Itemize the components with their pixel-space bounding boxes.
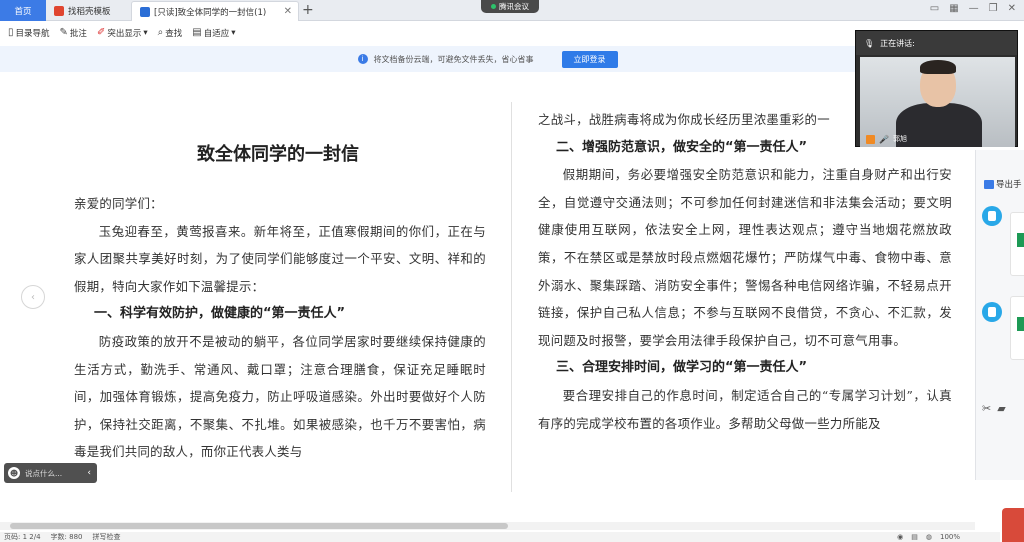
- document-view[interactable]: ‹ 致全体同学的一封信 亲爱的同学们： 玉兔迎春至，黄莺报喜来。新年将至，正值寒…: [0, 72, 975, 522]
- emoji-icon[interactable]: ☻: [8, 467, 20, 479]
- login-button[interactable]: 立即登录: [561, 50, 618, 68]
- corner-badge-icon[interactable]: [1002, 508, 1024, 542]
- spell-check-toggle[interactable]: 拼写检查: [92, 532, 120, 542]
- live-dot-icon: [491, 4, 496, 9]
- paragraph: 亲爱的同学们：: [74, 196, 163, 211]
- speaking-label: 正在讲话:: [880, 38, 915, 48]
- contact-icon: [988, 211, 996, 221]
- speaker-name: 郭旭: [892, 135, 907, 143]
- side-panel: 导出手 ✂ ▰: [975, 150, 1024, 480]
- tab-templates-label: 找稻壳模板: [68, 7, 111, 17]
- speaker-hair: [920, 60, 956, 74]
- toc-nav-button[interactable]: ▯ 目录导航: [8, 27, 50, 39]
- section-heading: 一、科学有效防护，做健康的“第一责任人”: [94, 306, 346, 322]
- close-tab-icon[interactable]: ✕: [284, 6, 292, 17]
- layout-icon[interactable]: ▭: [930, 3, 939, 14]
- annotate-icon: ✎: [59, 27, 68, 38]
- backup-notice-bar: i 将文档备份云端，可避免文件丢失，省心省事 立即登录: [0, 46, 975, 72]
- page-view-icon[interactable]: ▤: [911, 533, 918, 541]
- microphone-icon: 🎤: [879, 134, 889, 144]
- page-indicator: 页码: 1 2/4: [4, 533, 41, 541]
- folder-icon[interactable]: ▰: [997, 402, 1005, 415]
- backup-notice-text: 将文档备份云端，可避免文件丢失，省心省事: [373, 54, 534, 64]
- paragraph: 假期期间，务必要增强安全防范意识和能力，注重自身财产和出行安全，自觉遵守交通法则…: [538, 167, 952, 348]
- contact-icon: [988, 307, 996, 317]
- highlighter-icon: ✐: [96, 27, 106, 38]
- side-tools: ✂ ▰: [982, 402, 1006, 415]
- web-view-icon[interactable]: ◍: [926, 533, 932, 541]
- word-count: 字数: 880: [50, 533, 83, 541]
- grid-icon[interactable]: ▦: [949, 3, 958, 14]
- chevron-down-icon: ▾: [143, 27, 148, 38]
- collapse-chevron-icon[interactable]: ‹: [87, 468, 91, 478]
- excel-file-icon: [1017, 233, 1024, 247]
- previous-page-button[interactable]: ‹: [21, 285, 45, 309]
- horizontal-scrollbar[interactable]: [0, 522, 975, 530]
- highlight-button[interactable]: ✐ 突出显示 ▾: [97, 27, 148, 39]
- word-doc-icon: [140, 6, 150, 17]
- speaker-tag: 🎤 郭旭: [866, 134, 907, 144]
- speaker-body: [896, 103, 982, 147]
- meeting-indicator[interactable]: 腾讯会议: [481, 0, 539, 13]
- scissors-icon[interactable]: ✂: [982, 402, 991, 415]
- contact-avatar[interactable]: [982, 206, 1002, 226]
- docer-logo-icon: [54, 6, 64, 16]
- close-window-icon[interactable]: ✕: [1008, 3, 1016, 14]
- fit-page-icon: ▤: [192, 27, 202, 38]
- reader-toolbar: ▯ 目录导航 ✎ 批注 ✐ 突出显示 ▾ ⌕ 查找 ▤ 自适应 ▾: [0, 22, 860, 43]
- tab-templates[interactable]: 找稻壳模板: [46, 1, 131, 21]
- status-bar: 页码: 1 2/4 字数: 880 拼写检查 ◉ ▤ ◍ 100%: [0, 532, 1000, 542]
- chevron-left-icon: ‹: [31, 291, 35, 303]
- speaker-video: 🎤 郭旭: [860, 57, 1015, 147]
- tab-document-label: [只读]致全体同学的一封信(1): [154, 7, 267, 18]
- document-title: 致全体同学的一封信: [197, 144, 359, 165]
- find-button[interactable]: ⌕ 查找: [158, 27, 183, 39]
- minimize-icon[interactable]: —: [969, 3, 979, 14]
- zoom-level[interactable]: 100%: [940, 533, 960, 541]
- microphone-icon: 🎙: [864, 38, 875, 48]
- annotate-label: 批注: [69, 28, 87, 39]
- tab-bar: 首页 找稻壳模板 [只读]致全体同学的一封信(1) ✕ + 腾讯会议 ▭ ▦ —…: [0, 0, 1024, 21]
- paragraph: 要合理安排自己的作息时间，制定适合自己的“专属学习计划”，认真有序的完成学校布置…: [538, 387, 952, 431]
- search-icon: ⌕: [157, 27, 164, 38]
- user-icon: [866, 134, 875, 144]
- tab-document[interactable]: [只读]致全体同学的一封信(1) ✕: [131, 1, 299, 21]
- tab-home-label: 首页: [14, 6, 32, 17]
- restore-icon[interactable]: ❐: [989, 3, 998, 14]
- chevron-down-icon: ▾: [231, 27, 236, 38]
- scrollbar-thumb[interactable]: [10, 523, 508, 529]
- meeting-label: 腾讯会议: [499, 2, 529, 11]
- export-icon: [984, 179, 994, 189]
- file-card[interactable]: [1010, 296, 1024, 360]
- highlight-label: 突出显示: [107, 28, 142, 39]
- view-controls: ◉ ▤ ◍ 100%: [897, 533, 960, 541]
- chat-input[interactable]: ☻ 说点什么... ‹: [4, 463, 97, 483]
- excel-file-icon: [1017, 317, 1024, 331]
- paragraph: 玉兔迎春至，黄莺报喜来。新年将至，正值寒假期间的你们，正在与家人团聚共享美好时刻…: [74, 223, 486, 294]
- add-tab-icon[interactable]: +: [302, 2, 314, 18]
- window-controls: ▭ ▦ — ❐ ✕: [930, 3, 1016, 14]
- contact-avatar[interactable]: [982, 302, 1002, 322]
- toc-icon: ▯: [8, 27, 14, 38]
- export-label: 导出手: [996, 180, 1022, 190]
- section-heading: 三、合理安排时间，做学习的“第一责任人”: [556, 360, 808, 376]
- fit-button[interactable]: ▤ 自适应 ▾: [192, 27, 235, 39]
- annotate-button[interactable]: ✎ 批注: [60, 27, 87, 39]
- fit-label: 自适应: [203, 28, 230, 39]
- find-label: 查找: [165, 28, 183, 39]
- right-page-column: 之战斗，战胜病毒将成为你成长经历里浓墨重彩的一 二、增强防范意识，做安全的“第一…: [538, 106, 952, 437]
- chat-placeholder: 说点什么...: [25, 468, 63, 478]
- eye-icon[interactable]: ◉: [897, 533, 903, 541]
- video-header: 🎙 正在讲话:: [856, 31, 1017, 55]
- paragraph: 防疫政策的放开不是被动的躺平，各位同学居家时要继续保持健康的生活方式，勤洗手、常…: [74, 333, 486, 460]
- file-card[interactable]: [1010, 212, 1024, 276]
- left-page-column: 亲爱的同学们： 玉兔迎春至，黄莺报喜来。新年将至，正值寒假期间的你们，正在与家人…: [74, 190, 486, 466]
- toc-nav-label: 目录导航: [15, 28, 50, 39]
- tab-home[interactable]: 首页: [0, 0, 46, 21]
- export-button[interactable]: 导出手: [984, 178, 1022, 190]
- video-call-overlay[interactable]: 🎙 正在讲话: 🎤 郭旭: [855, 30, 1018, 147]
- info-icon: i: [357, 54, 368, 64]
